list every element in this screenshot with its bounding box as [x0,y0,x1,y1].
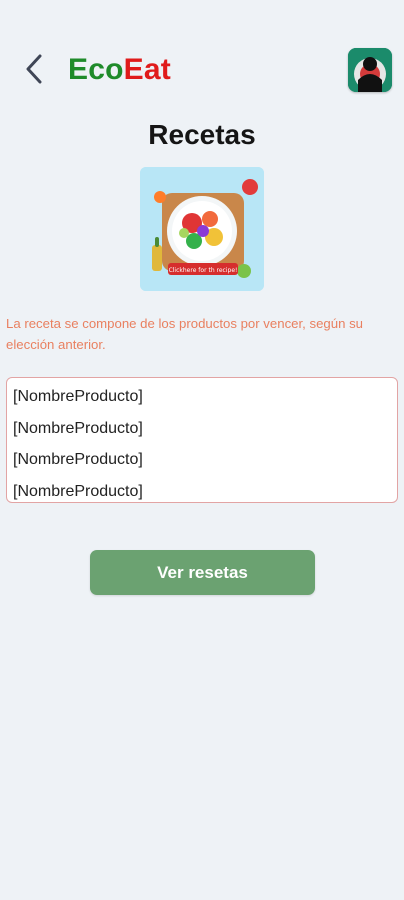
recipe-illustration: Clickhere for th recipe! [140,167,264,291]
list-item: [NombreProducto] [13,388,143,405]
back-button[interactable] [18,52,52,86]
view-recipes-button[interactable]: Ver resetas [90,550,315,595]
products-list: [NombreProducto] [NombreProducto] [Nombr… [6,377,398,503]
list-item: [NombreProducto] [13,419,143,437]
recipe-image[interactable]: Clickhere for th recipe! [140,167,264,291]
logo-eat: Eat [123,53,171,86]
list-item: [NombreProducto] [13,482,143,500]
page-title: Recetas [148,119,256,150]
user-avatar-icon [348,48,392,92]
user-avatar-button[interactable] [348,48,392,92]
app-logo: EcoEat [68,52,171,88]
app-header: EcoEat [0,0,404,120]
logo-eco: Eco [68,53,124,86]
chevron-left-icon [26,54,42,84]
recipe-description: La receta se compone de los productos po… [6,316,371,352]
list-item: [NombreProducto] [13,451,143,468]
recipe-image-caption: Clickhere for th recipe! [169,267,238,274]
